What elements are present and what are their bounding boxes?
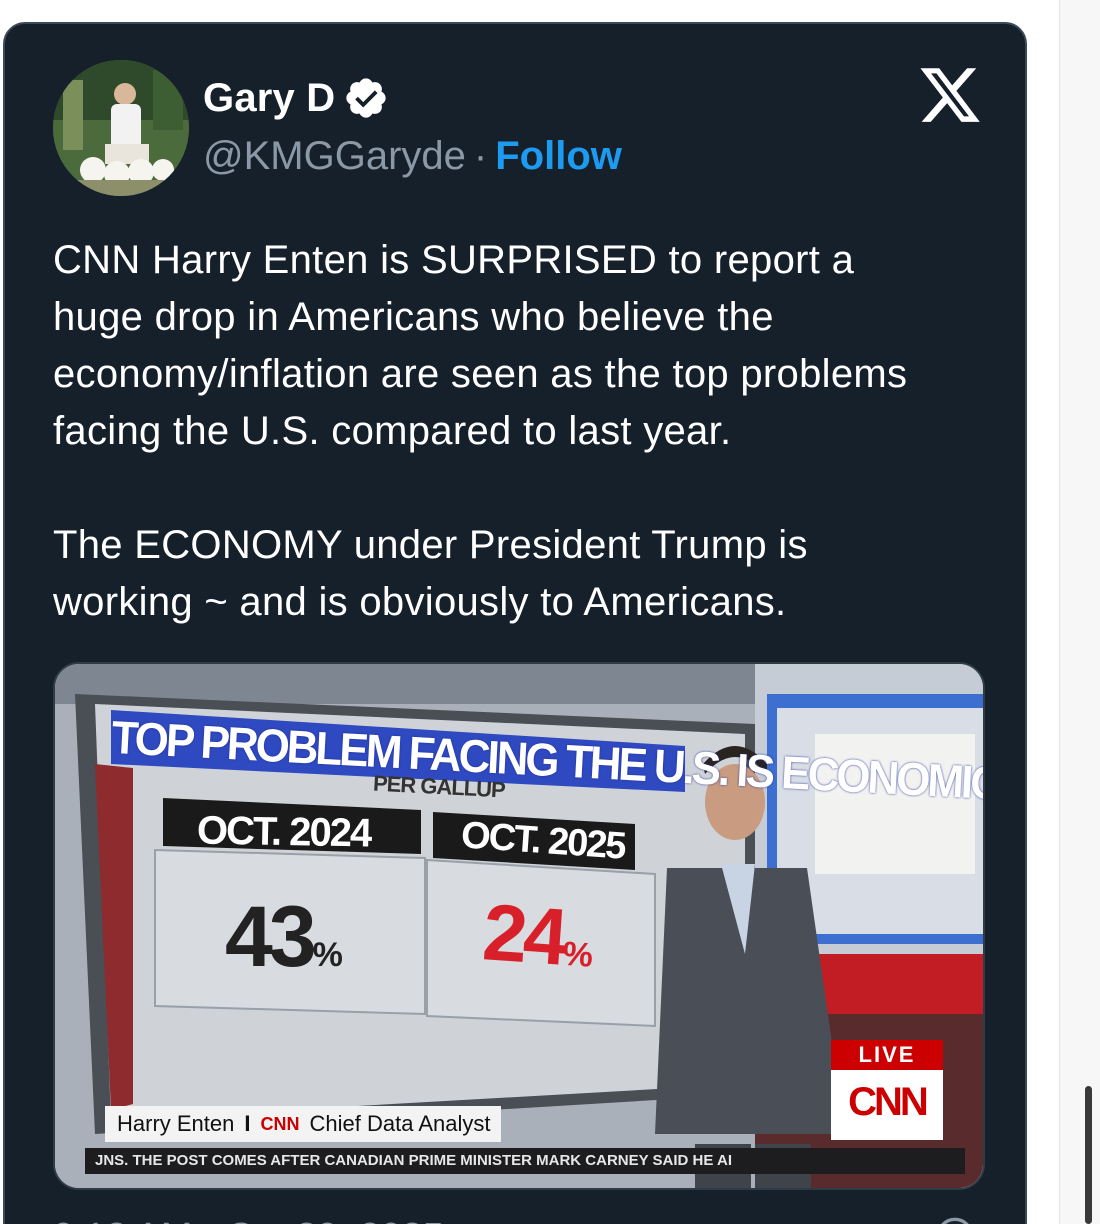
avatar[interactable] [53,60,189,196]
video-col2-value: 24% [480,887,595,982]
tweet-header: Gary D @KMGGaryde · Follow [53,60,983,200]
display-name[interactable]: Gary D [203,76,335,121]
video-col1-label: OCT. 2024 [196,808,371,856]
cnn-logo: CNN [831,1070,943,1140]
page: Gary D @KMGGaryde · Follow CNN Harry Ent… [0,0,1100,1224]
follow-button[interactable]: Follow [495,134,622,179]
lower-third-role: Chief Data Analyst [309,1111,491,1136]
tweet-card[interactable]: Gary D @KMGGaryde · Follow CNN Harry Ent… [3,22,1027,1224]
separator-dot: · [473,134,488,178]
news-ticker: JNS. THE POST COMES AFTER CANADIAN PRIME… [85,1148,965,1174]
name-row: Gary D [203,74,389,122]
tweet-text: CNN Harry Enten is SURPRISED to report a… [53,238,908,624]
handle-row: @KMGGaryde · Follow [203,134,622,179]
video-col1-value: 43% [225,889,343,985]
info-icon[interactable] [935,1216,975,1224]
live-badge: LIVE [831,1040,943,1070]
scrollbar-track[interactable] [1059,0,1100,1224]
video-lower-third: Harry Enten I CNN Chief Data Analyst [105,1106,501,1142]
scrollbar-thumb[interactable] [1085,1086,1092,1224]
tweet-media-video[interactable]: TOP PROBLEM FACING THE U.S. IS ECONOMIC … [53,662,985,1190]
tweet-timestamp[interactable]: 9:12 AM · Oct 29, 2025 [53,1216,444,1224]
lower-third-separator: I [244,1111,251,1136]
lower-third-name: Harry Enten [117,1111,235,1136]
x-logo-icon[interactable] [917,62,983,128]
lower-third-network: CNN [260,1113,300,1134]
user-handle[interactable]: @KMGGaryde [203,134,466,179]
avatar-image [53,60,189,196]
verified-badge-icon [346,78,387,118]
